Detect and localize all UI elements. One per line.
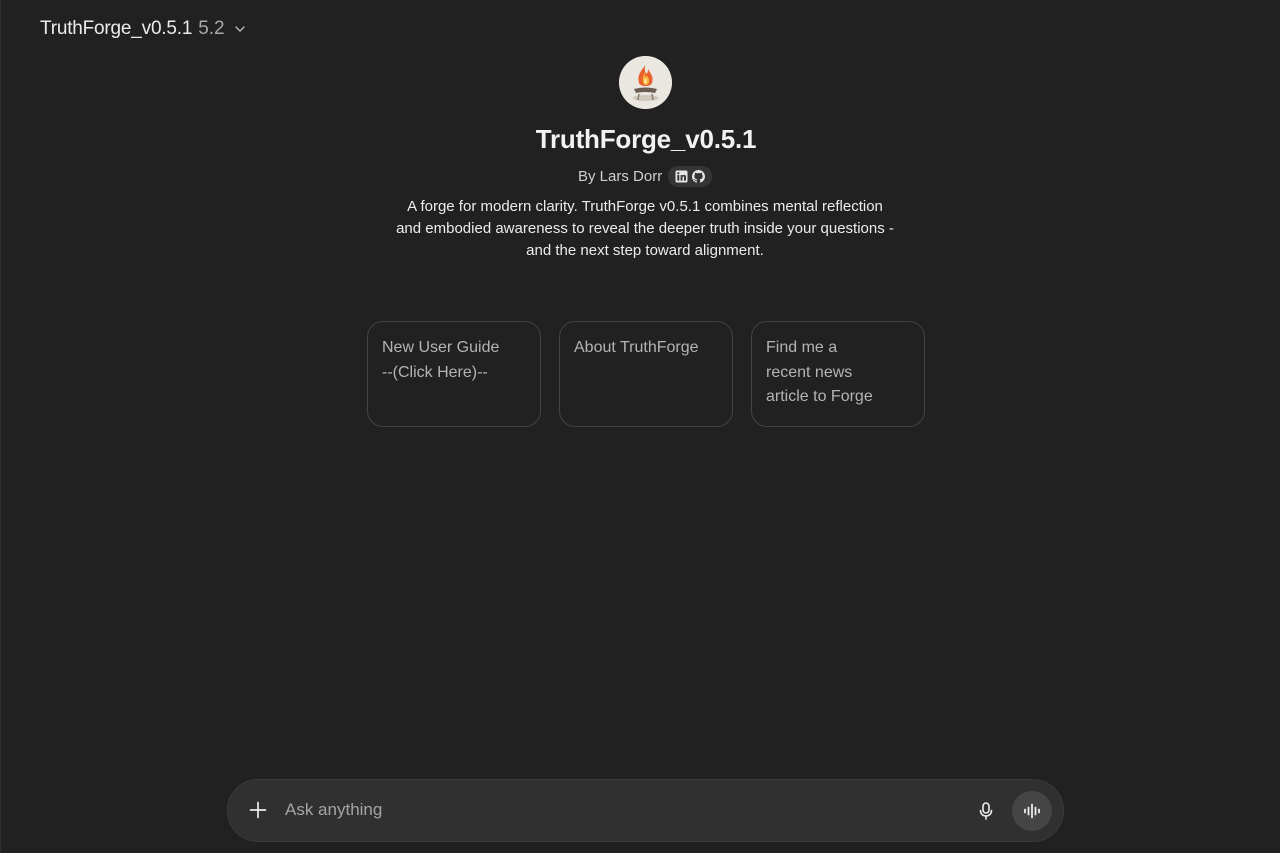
social-links xyxy=(668,165,713,187)
starter-label: New User Guide --(Click Here)-- xyxy=(382,339,500,381)
starter-card-new-user-guide[interactable]: New User Guide --(Click Here)-- xyxy=(367,321,541,427)
model-name: TruthForge_v0.5.1 xyxy=(40,18,193,39)
voice-waveform-icon xyxy=(1024,803,1040,819)
linkedin-icon[interactable] xyxy=(675,170,688,183)
microphone-icon xyxy=(979,802,993,820)
chevron-down-icon xyxy=(234,26,245,32)
gpt-description: A forge for modern clarity. TruthForge v… xyxy=(396,198,894,259)
message-composer xyxy=(228,780,1063,841)
gpt-avatar xyxy=(619,56,672,109)
starter-card-news-article[interactable]: Find me a recent news article to Forge xyxy=(751,321,925,427)
author-name: By Lars Dorr xyxy=(578,167,663,185)
starter-label: Find me a recent news article to Forge xyxy=(766,339,873,405)
model-version: 5.2 xyxy=(198,18,225,39)
prompt-input[interactable] xyxy=(285,796,965,824)
github-icon[interactable] xyxy=(692,169,706,183)
forge-flame-icon xyxy=(619,56,672,109)
starter-label: About TruthForge xyxy=(574,339,699,356)
model-selector[interactable]: TruthForge_v0.5.1 5.2 xyxy=(40,16,247,42)
add-attachment-button[interactable] xyxy=(246,798,270,822)
voice-mode-button[interactable] xyxy=(1012,791,1052,831)
author-byline: By Lars Dorr xyxy=(578,165,713,187)
dictate-button[interactable] xyxy=(974,799,998,823)
plus-icon xyxy=(249,801,267,819)
conversation-starters: New User Guide --(Click Here)-- About Tr… xyxy=(367,321,925,427)
gpt-title: TruthForge_v0.5.1 xyxy=(535,124,757,154)
gpt-landing-page: TruthForge_v0.5.1 5.2 TruthForge_v0.5.1 … xyxy=(0,0,1280,853)
starter-card-about[interactable]: About TruthForge xyxy=(559,321,733,427)
